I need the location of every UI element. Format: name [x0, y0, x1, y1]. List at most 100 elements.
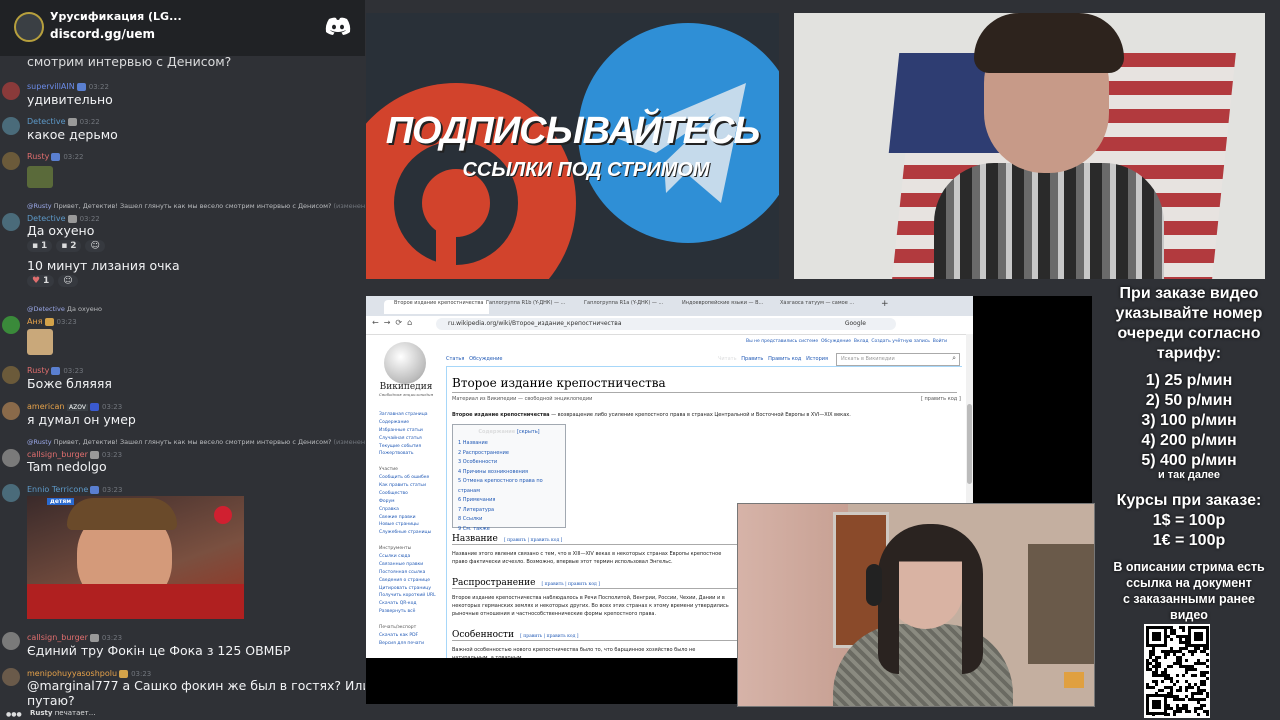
badge-icon [89, 450, 99, 459]
sidebar-link[interactable]: Скачать QR-код [379, 600, 441, 608]
tab[interactable]: Ха́згаоса татуум — самое ... [780, 300, 875, 314]
sidebar-link[interactable]: Как править статьи [379, 482, 441, 490]
sidebar-link[interactable]: Заглавная страница [379, 411, 441, 419]
sidebar-link[interactable]: Справка [379, 506, 441, 514]
sidebar-link[interactable]: Сообщество [379, 490, 441, 498]
sidebar-link[interactable]: Получить короткий URL [379, 592, 441, 600]
sidebar-link[interactable]: Содержание [379, 419, 441, 427]
message-text: Єдиний тру Фокін це Фока з 125 ОВМБР [27, 643, 291, 658]
wikipedia-globe-icon[interactable] [384, 342, 426, 384]
page-tabs[interactable]: Статья Обсуждение [446, 356, 502, 362]
tab[interactable]: Гаплогруппа R1b (Y-ДНК) — ... [486, 300, 581, 314]
sidebar-link[interactable]: Постоянная ссылка [379, 569, 441, 577]
promo-banner: ПОДПИСЫВАЙТЕСЬ ССЫЛКИ ПОД СТРИМОМ [366, 13, 779, 279]
sidebar-link[interactable]: Ссылки сюда [379, 553, 441, 561]
sidebar-link[interactable]: Избранные статьи [379, 427, 441, 435]
sidebar-link[interactable]: Версия для печати [379, 640, 441, 648]
search-icon[interactable]: ⌕ [952, 354, 956, 363]
view-tabs[interactable]: Читать Править Править код История [718, 356, 828, 362]
sidebar-link[interactable]: Форум [379, 498, 441, 506]
username[interactable]: callsign_burger 03:23 [27, 450, 122, 459]
toc-item[interactable]: 4 Причины возникновения [458, 468, 565, 478]
username[interactable]: Detective 03:22 [27, 214, 100, 223]
channel-logo-icon [214, 506, 232, 524]
username[interactable]: Rusty 03:22 [27, 152, 84, 161]
sidebar-link[interactable]: Сообщить об ошибке [379, 474, 441, 482]
toc-item[interactable]: 9 См. также [458, 525, 565, 535]
edit-link[interactable]: [ править код ] [921, 396, 961, 402]
username[interactable]: Ennio Terricone 03:23 [27, 485, 122, 494]
avatar[interactable] [2, 316, 20, 334]
sidebar-link[interactable]: Случайная статья [379, 435, 441, 443]
toc-item[interactable]: 2 Распространение [458, 449, 565, 459]
avatar[interactable] [2, 82, 20, 100]
tab[interactable]: Индоевропейские языки — В... [682, 300, 777, 314]
reply-preview[interactable]: @Rusty Привет, Детектив! Зашел глянуть к… [27, 438, 365, 446]
tab[interactable]: Гаплогруппа R1a (Y-ДНК) — ... [584, 300, 679, 314]
message-text: Да охуено [27, 223, 95, 238]
sidebar-link[interactable]: Новые страницы [379, 521, 441, 529]
avatar[interactable] [2, 402, 20, 420]
toc-item[interactable]: 7 Литература [458, 506, 565, 516]
sidebar-link[interactable]: Свежие правки [379, 514, 441, 522]
address-bar[interactable]: ru.wikipedia.org/wiki/Второе_издание_кре… [436, 318, 896, 330]
avatar[interactable] [2, 668, 20, 686]
sidebar-link[interactable]: Сведения о странице [379, 577, 441, 585]
badge-icon [90, 485, 100, 494]
sidebar-link[interactable] [379, 616, 441, 624]
username[interactable]: Аня 03:23 [27, 317, 77, 326]
server-invite[interactable]: discord.gg/uem [50, 27, 155, 41]
avatar[interactable] [2, 152, 20, 170]
sidebar-link[interactable] [379, 537, 441, 545]
avatar[interactable] [2, 117, 20, 135]
url-text: ru.wikipedia.org/wiki/Второе_издание_кре… [448, 320, 622, 327]
toc-item[interactable]: 3 Особенности [458, 458, 565, 468]
section-edit-link[interactable]: [ править | править код ] [520, 634, 579, 639]
sidebar-link[interactable]: Пожертвовать [379, 450, 441, 458]
sidebar-link[interactable]: Текущие события [379, 443, 441, 451]
new-tab-button[interactable]: + [881, 299, 889, 309]
sidebar-link[interactable]: Служебные страницы [379, 529, 441, 537]
sidebar-link[interactable]: Развернуть всё [379, 608, 441, 616]
reply-preview[interactable]: @Detective Да охуено [27, 305, 102, 313]
section-edit-link[interactable]: [ править | править код ] [504, 538, 563, 543]
avatar[interactable] [2, 213, 20, 231]
toc-item[interactable]: 5 Отмена крепостного права по странам [458, 477, 565, 496]
sidebar-link[interactable]: Цитировать страницу [379, 585, 441, 593]
toc-item[interactable]: 1 Название [458, 439, 565, 449]
qr-code-icon[interactable] [1144, 624, 1210, 718]
avatar[interactable] [2, 449, 20, 467]
toc-item[interactable]: 8 Ссылки [458, 515, 565, 525]
sidebar-link[interactable]: Скачать как PDF [379, 632, 441, 640]
username[interactable]: american AZOV 03:23 [27, 402, 122, 411]
username[interactable]: supervillAIN 03:22 [27, 82, 109, 91]
reply-preview[interactable]: @Rusty Привет, Детектив! Зашел глянуть к… [27, 202, 365, 210]
article-title: Второе издание крепостничества [452, 376, 666, 390]
personal-links[interactable]: Вы не представились системе Обсуждение В… [746, 339, 947, 344]
gif-attachment[interactable]: детям [27, 496, 244, 619]
username[interactable]: Rusty 03:23 [27, 366, 84, 375]
toc-item[interactable]: 6 Примечания [458, 496, 565, 506]
badge-icon [51, 366, 61, 375]
username[interactable]: Detective 03:22 [27, 117, 100, 126]
username[interactable]: menipohuyyasoshpolu 03:23 [27, 669, 151, 678]
webcam-bottom [737, 503, 1095, 707]
sidebar-link[interactable]: Связанные правки [379, 561, 441, 569]
avatar[interactable] [2, 484, 20, 502]
badge-icon [76, 82, 86, 91]
nav-buttons[interactable]: ←→⟳⌂ [372, 318, 417, 327]
reactions[interactable]: ♥ 1 ☺ [27, 275, 82, 287]
avatar[interactable] [2, 632, 20, 650]
reactions[interactable]: ▪ 1 ▪ 2 ☺ [27, 240, 109, 252]
username[interactable]: callsign_burger 03:23 [27, 633, 122, 642]
section-edit-link[interactable]: [ править | править код ] [541, 582, 600, 587]
message-text: Боже бляяяя [27, 376, 112, 391]
tab-active[interactable]: Второе издание крепостничества [384, 300, 489, 314]
wiki-search-input[interactable]: Искать в Википедии ⌕ [836, 353, 960, 366]
toc-hide-link[interactable]: [скрыть] [517, 429, 540, 435]
wiki-wordmark: Википедия [379, 382, 433, 392]
badge-icon [67, 214, 77, 223]
sidebar-link[interactable] [379, 458, 441, 466]
server-header[interactable]: Урусификация (LG... discord.gg/uem [0, 0, 365, 56]
avatar[interactable] [2, 366, 20, 384]
